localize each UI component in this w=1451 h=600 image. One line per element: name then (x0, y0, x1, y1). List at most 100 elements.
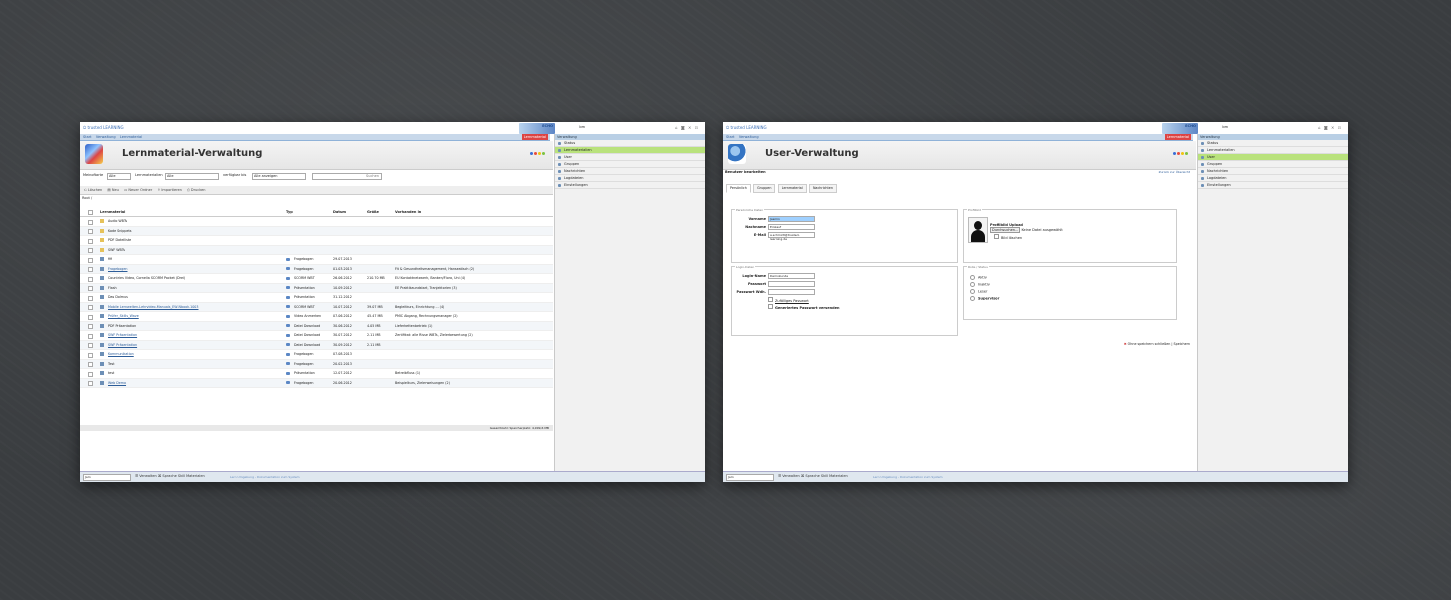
row-name[interactable]: Audio WBTs (108, 217, 127, 226)
table-row[interactable]: Kode Snippets (80, 226, 553, 236)
row-name[interactable]: SWF Präsentation (108, 341, 137, 350)
language-select[interactable]: Jam (83, 474, 131, 481)
role-aktiv-radio[interactable]: Aktiv (970, 275, 987, 280)
new-button[interactable]: ▤ Neu (107, 188, 118, 192)
dot-icon[interactable] (538, 152, 541, 155)
login-field[interactable]: Demokunde (768, 273, 815, 279)
row-checkbox[interactable] (88, 333, 93, 339)
table-row[interactable]: test Präsentation 12.07.2012 Betreibfluss (… (80, 369, 553, 379)
window-controls-icon[interactable]: ⌂ ◙ ✕ ⊡ (675, 125, 699, 130)
table-row[interactable]: Flash Präsentation 10.09.2012 EE Praktikaun… (80, 283, 553, 293)
table-row[interactable]: Kommunikation Fragebogen 07.08.2013 (80, 350, 553, 360)
row-checkbox[interactable] (88, 238, 93, 244)
random-password-checkbox[interactable] (768, 297, 773, 302)
row-checkbox[interactable] (88, 276, 93, 282)
filter-select-3[interactable]: Alle anzeigen (252, 172, 306, 180)
tab-lernmaterial[interactable]: Lernmaterial (777, 184, 807, 193)
dot-icon[interactable] (1173, 152, 1176, 155)
accent-tab[interactable]: Lernmaterial (1164, 134, 1191, 140)
row-checkbox[interactable] (88, 248, 93, 253)
firstname-field[interactable]: Jasmin (768, 216, 815, 222)
row-name[interactable]: Test (108, 360, 115, 369)
role-supervisor-radio[interactable]: Supervisor (970, 296, 999, 301)
sidebar-item[interactable]: Gruppen (1198, 161, 1348, 168)
col-lernmaterial[interactable]: Lernmaterial (100, 210, 125, 214)
language-select[interactable]: Jam (726, 474, 774, 481)
sidebar-item[interactable]: Status (1198, 140, 1348, 147)
tab-start[interactable]: Start (726, 134, 735, 140)
dot-icon[interactable] (530, 152, 533, 155)
sidebar-item[interactable]: Lernmaterialien (1198, 147, 1348, 154)
table-row[interactable]: Fragebogen Fragebogen 01.03.2013 Fit & Gesu… (80, 264, 553, 274)
delete-button[interactable]: ⎌ Löschen (84, 188, 102, 192)
row-checkbox[interactable] (88, 352, 93, 358)
password-field[interactable] (768, 281, 815, 287)
row-checkbox[interactable] (88, 286, 93, 291)
row-checkbox[interactable] (88, 381, 93, 386)
sidebar-item[interactable]: Lernmaterialien (555, 147, 705, 154)
row-name[interactable]: Kode Snippets (108, 227, 132, 236)
app-logo[interactable]: trusted LEARNING (83, 125, 123, 130)
sidebar-item[interactable]: Nachrichten (555, 168, 705, 175)
row-checkbox[interactable] (88, 362, 93, 367)
sidebar-item[interactable]: Status (555, 140, 705, 147)
tab-lernmaterial[interactable]: Lernmaterial (120, 134, 142, 140)
breadcrumb[interactable]: Root / (82, 196, 92, 200)
dot-icon[interactable] (1185, 152, 1188, 155)
dot-icon[interactable] (1181, 152, 1184, 155)
col-vorhanden[interactable]: Vorhanden in (395, 210, 421, 214)
row-checkbox[interactable] (88, 257, 93, 263)
dot-icon[interactable] (1177, 152, 1180, 155)
sidebar-item[interactable]: User (555, 154, 705, 161)
save-button[interactable]: Speichern (1174, 342, 1190, 346)
bottom-hint[interactable]: Lern Umgebung - Dokumentation zum System (230, 475, 300, 479)
row-name[interactable]: Das Dolmus (108, 293, 128, 302)
search-button[interactable]: Suchen (366, 174, 379, 178)
email-field[interactable]: a.schmidt@trusted-learning.de (768, 232, 815, 241)
row-name[interactable]: Prüfer_Skills_Wave (108, 312, 139, 321)
tab-start[interactable]: Start (83, 134, 92, 140)
accent-tab[interactable]: Lernmaterial (521, 134, 548, 140)
row-name[interactable]: Kommunikation (108, 350, 134, 359)
sidebar-item[interactable]: Logdateien (555, 175, 705, 182)
select-all-checkbox[interactable] (88, 209, 93, 215)
row-name[interactable]: SWF WBTs (108, 246, 125, 255)
table-row[interactable]: Countries Video, Cornelia SCORM Packet (… (80, 274, 553, 284)
cancel-button[interactable]: Ohne speichern schließen (1128, 342, 1171, 346)
bottom-hint[interactable]: Lern Umgebung - Dokumentation zum System (873, 475, 943, 479)
filter-select-2[interactable]: Alle (165, 172, 219, 180)
tab-nachrichten[interactable]: Nachrichten (808, 184, 837, 193)
send-password-checkbox[interactable] (768, 304, 773, 309)
choose-file-button[interactable]: Durchsuchen... (990, 227, 1021, 233)
back-link[interactable]: Zurück zur Übersicht (1159, 170, 1190, 174)
dot-icon[interactable] (542, 152, 545, 155)
tab-verwaltung[interactable]: Verwaltung (739, 134, 759, 140)
table-row[interactable]: Prüfer_Skills_Wave Video Anmerken 07.06.20… (80, 312, 553, 322)
role-inaktiv-radio[interactable]: Inaktiv (970, 282, 990, 287)
row-name[interactable]: Web Demo (108, 379, 126, 388)
sidebar-item[interactable]: Logdateien (1198, 175, 1348, 182)
table-row[interactable]: SWF Präsentation Datei Download 30.09.2012… (80, 340, 553, 350)
table-row[interactable]: SWF WBTs (80, 245, 553, 255)
table-row[interactable]: PDF Präsentation Datei Download 30.06.2012… (80, 321, 553, 331)
row-checkbox[interactable] (88, 305, 93, 310)
row-name[interactable]: PDF Dateiliste (108, 236, 131, 245)
row-name[interactable]: Countries Video, Cornelia SCORM Packet (… (108, 274, 185, 283)
row-checkbox[interactable] (88, 267, 93, 272)
tab-persoenlich[interactable]: Persönlich (726, 184, 751, 193)
import-button[interactable]: ⇪ Importieren (157, 188, 182, 192)
table-row[interactable]: PDF Dateiliste (80, 236, 553, 246)
row-name[interactable]: SWF Präsentation (108, 331, 137, 340)
col-typ[interactable]: Typ (286, 210, 293, 214)
tab-gruppen[interactable]: Gruppen (753, 184, 776, 193)
sidebar-item[interactable]: Gruppen (555, 161, 705, 168)
role-leser-radio[interactable]: Leser (970, 289, 987, 294)
row-checkbox[interactable] (88, 295, 93, 301)
row-name[interactable]: test (108, 369, 114, 378)
row-name[interactable]: Fragebogen (108, 265, 127, 274)
filter-select-1[interactable]: Alle (107, 172, 131, 180)
row-checkbox[interactable] (88, 314, 93, 320)
sidebar-item[interactable]: Einstellungen (1198, 182, 1348, 189)
row-checkbox[interactable] (88, 343, 93, 348)
sidebar-item[interactable]: User (1198, 154, 1348, 161)
